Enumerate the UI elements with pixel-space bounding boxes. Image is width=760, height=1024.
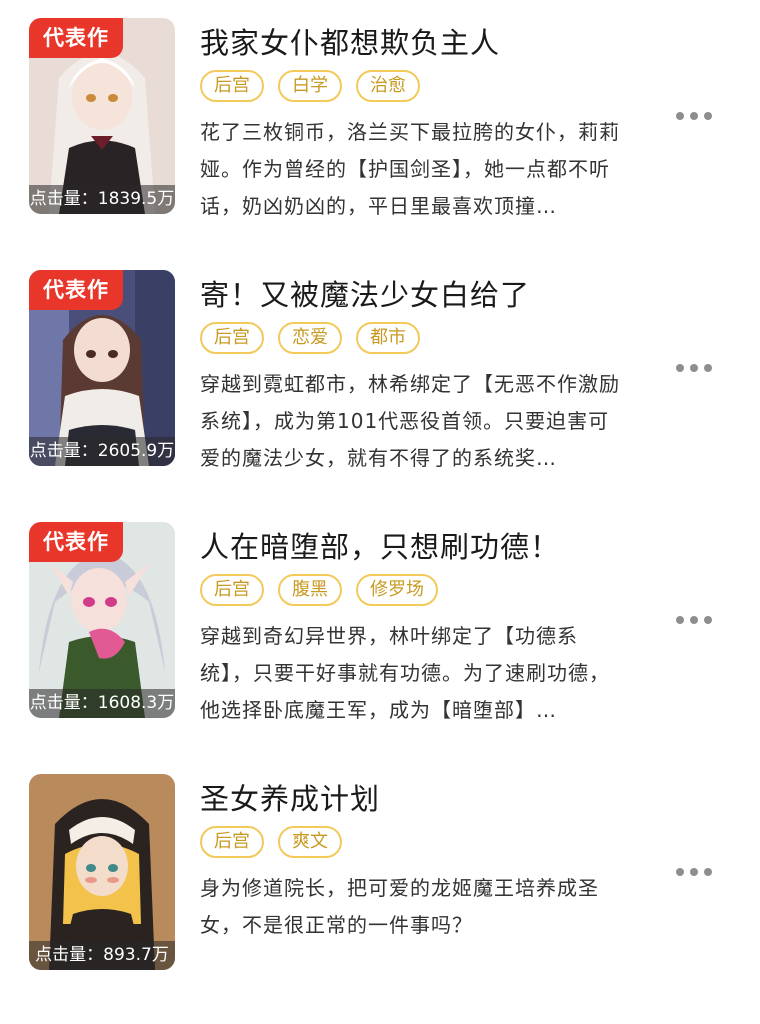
masterpiece-badge: 代表作 <box>29 18 123 58</box>
book-description: 花了三枚铜币，洛兰买下最拉胯的女仆，莉莉娅。作为曾经的【护国剑圣】，她一点都不听… <box>200 120 620 218</box>
book-description: 身为修道院长，把可爱的龙姬魔王培养成圣女，不是很正常的一件事吗？ <box>200 876 599 937</box>
click-count: 点击量：1608.3万 <box>29 689 175 718</box>
tag-list: 后宫 腹黑 修罗场 <box>200 574 438 606</box>
book-title[interactable]: 人在暗堕部，只想刷功德！ <box>200 524 560 566</box>
tag[interactable]: 后宫 <box>200 70 264 102</box>
tag[interactable]: 后宫 <box>200 574 264 606</box>
click-count: 点击量：1839.5万 <box>29 185 175 214</box>
masterpiece-badge: 代表作 <box>29 270 123 310</box>
book-cover[interactable]: 代表作 点击量：1839.5万 <box>29 18 175 214</box>
tag[interactable]: 治愈 <box>356 70 420 102</box>
tag[interactable]: 恋爱 <box>278 322 342 354</box>
tag[interactable]: 后宫 <box>200 322 264 354</box>
tag-list: 后宫 恋爱 都市 <box>200 322 420 354</box>
tag[interactable]: 白学 <box>278 70 342 102</box>
book-description: 穿越到奇幻异世界，林叶绑定了【功德系统】，只要干好事就有功德。为了速刷功德，他选… <box>200 624 610 722</box>
masterpiece-badge: 代表作 <box>29 522 123 562</box>
tag-list: 后宫 白学 治愈 <box>200 70 420 102</box>
book-title[interactable]: 我家女仆都想欺负主人 <box>200 20 500 62</box>
book-item[interactable]: 代表作 点击量：2605.9万 寄！又被魔法少女白给了 后宫 恋爱 都市 穿越到… <box>0 270 760 520</box>
more-dots-icon[interactable] <box>676 610 716 630</box>
tag[interactable]: 爽文 <box>278 826 342 858</box>
book-title[interactable]: 寄！又被魔法少女白给了 <box>200 272 530 314</box>
tag[interactable]: 修罗场 <box>356 574 438 606</box>
more-dots-icon[interactable] <box>676 106 716 126</box>
book-title[interactable]: 圣女养成计划 <box>200 776 380 818</box>
tag[interactable]: 腹黑 <box>278 574 342 606</box>
book-cover[interactable]: 代表作 点击量：1608.3万 <box>29 522 175 718</box>
book-cover[interactable]: 点击量：893.7万 <box>29 774 175 970</box>
book-item[interactable]: 点击量：893.7万 圣女养成计划 后宫 爽文 身为修道院长，把可爱的龙姬魔王培… <box>0 774 760 1024</box>
click-count: 点击量：893.7万 <box>29 941 175 970</box>
tag[interactable]: 都市 <box>356 322 420 354</box>
click-count: 点击量：2605.9万 <box>29 437 175 466</box>
tag[interactable]: 后宫 <box>200 826 264 858</box>
more-dots-icon[interactable] <box>676 358 716 378</box>
book-item[interactable]: 代表作 点击量：1839.5万 我家女仆都想欺负主人 后宫 白学 治愈 花了三枚… <box>0 18 760 268</box>
book-cover[interactable]: 代表作 点击量：2605.9万 <box>29 270 175 466</box>
tag-list: 后宫 爽文 <box>200 826 342 858</box>
more-dots-icon[interactable] <box>676 862 716 882</box>
book-description: 穿越到霓虹都市，林希绑定了【无恶不作激励系统】，成为第101代恶役首领。只要迫害… <box>200 372 620 470</box>
book-item[interactable]: 代表作 点击量：1608.3万 人在暗堕部，只想刷功德！ 后宫 腹黑 修罗场 穿… <box>0 522 760 772</box>
